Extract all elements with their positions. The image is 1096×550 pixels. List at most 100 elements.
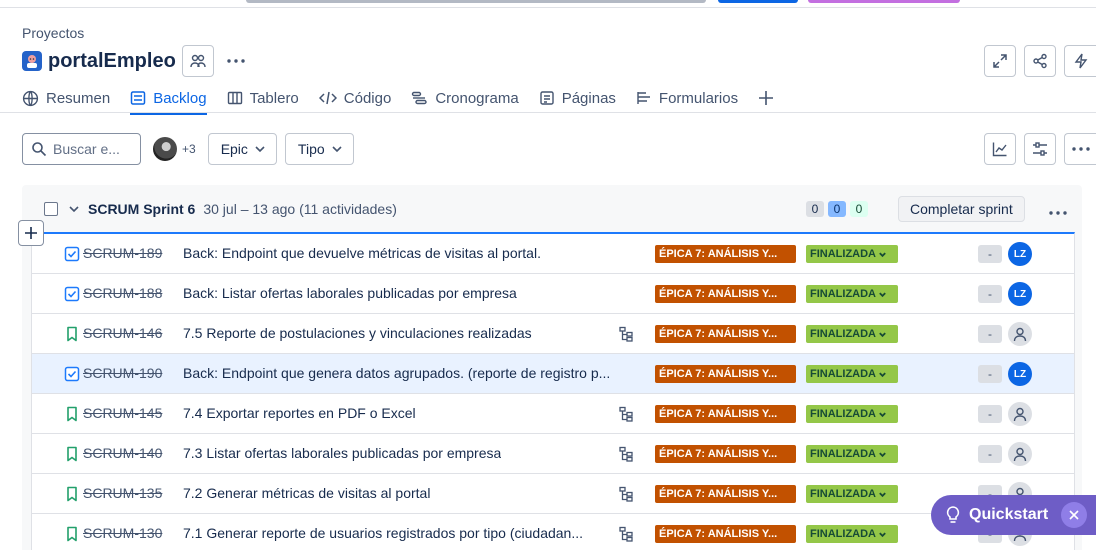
tab-resumen[interactable]: Resumen [22, 84, 110, 112]
status-label: FINALIZADA [810, 408, 876, 420]
status-dropdown[interactable]: FINALIZADA [806, 405, 898, 423]
issue-row[interactable]: SCRUM-135 7.2 Generar métricas de visita… [32, 474, 1074, 514]
assignee-avatar[interactable]: LZ [1008, 282, 1032, 306]
top-strip-bar [718, 0, 798, 3]
issue-key[interactable]: SCRUM-140 [83, 445, 162, 461]
assignee-avatar[interactable]: LZ [1008, 242, 1032, 266]
epic-lozenge[interactable]: ÉPICA 7: ANÁLISIS Y... [655, 245, 796, 263]
tab-label: Backlog [153, 89, 207, 107]
status-label: FINALIZADA [810, 488, 876, 500]
status-dropdown[interactable]: FINALIZADA [806, 285, 898, 303]
estimate-badge[interactable]: - [978, 365, 1002, 383]
team-button[interactable] [181, 45, 214, 77]
tab-tablero[interactable]: Tablero [227, 84, 299, 112]
chevron-down-icon [879, 292, 886, 297]
avatar[interactable] [153, 137, 177, 161]
issue-summary[interactable]: Back: Endpoint que devuelve métricas de … [183, 245, 541, 261]
status-label: FINALIZADA [810, 288, 876, 300]
issue-row[interactable]: SCRUM-130 7.1 Generar reporte de usuario… [32, 514, 1074, 550]
complete-sprint-button[interactable]: Completar sprint [898, 196, 1025, 222]
issue-summary[interactable]: 7.3 Listar ofertas laborales publicadas … [183, 445, 501, 461]
epic-filter-button[interactable]: Epic [207, 133, 277, 165]
issue-row[interactable]: SCRUM-145 7.4 Exportar reportes en PDF o… [32, 394, 1074, 434]
issue-key[interactable]: SCRUM-145 [83, 405, 162, 421]
epic-lozenge[interactable]: ÉPICA 7: ANÁLISIS Y... [655, 325, 796, 343]
child-issues-icon[interactable] [618, 526, 634, 542]
issue-key[interactable]: SCRUM-146 [83, 325, 162, 341]
chevron-down-icon [879, 252, 886, 257]
issue-key[interactable]: SCRUM-190 [83, 365, 162, 381]
quickstart-close-button[interactable] [1061, 502, 1087, 528]
issue-row[interactable]: SCRUM-189 Back: Endpoint que devuelve mé… [32, 234, 1074, 274]
sprint-more-button[interactable] [1042, 197, 1074, 229]
unassigned-avatar[interactable] [1008, 402, 1032, 426]
more-actions-button[interactable] [220, 45, 252, 77]
status-dropdown[interactable]: FINALIZADA [806, 365, 898, 383]
child-issues-icon[interactable] [618, 406, 634, 422]
tab-cronograma[interactable]: Cronograma [411, 84, 519, 112]
user-icon [1013, 327, 1027, 342]
status-dropdown[interactable]: FINALIZADA [806, 325, 898, 343]
type-filter-button[interactable]: Tipo [284, 133, 354, 165]
tab-codigo[interactable]: Código [318, 84, 391, 112]
issue-summary[interactable]: Back: Listar ofertas laborales publicada… [183, 285, 517, 301]
issue-key[interactable]: SCRUM-130 [83, 525, 162, 541]
quickstart-button[interactable]: Quickstart [931, 495, 1096, 535]
tab-backlog[interactable]: Backlog [130, 84, 207, 115]
epic-lozenge[interactable]: ÉPICA 7: ANÁLISIS Y... [655, 485, 796, 503]
chevron-down-icon[interactable] [68, 203, 80, 215]
issue-key[interactable]: SCRUM-135 [83, 485, 162, 501]
epic-lozenge[interactable]: ÉPICA 7: ANÁLISIS Y... [655, 365, 796, 383]
add-tab-button[interactable] [758, 84, 774, 112]
issue-summary[interactable]: 7.2 Generar métricas de visitas al porta… [183, 485, 430, 501]
issue-key[interactable]: SCRUM-188 [83, 285, 162, 301]
issue-summary[interactable]: 7.1 Generar reporte de usuarios registra… [183, 525, 583, 541]
more-options-button[interactable] [1064, 133, 1096, 165]
automation-button[interactable] [1064, 45, 1096, 77]
unassigned-avatar[interactable] [1008, 442, 1032, 466]
insights-button[interactable] [984, 133, 1016, 165]
story-icon [67, 446, 77, 462]
chevron-down-icon [879, 492, 886, 497]
epic-lozenge[interactable]: ÉPICA 7: ANÁLISIS Y... [655, 445, 796, 463]
issue-summary[interactable]: 7.4 Exportar reportes en PDF o Excel [183, 405, 416, 421]
unassigned-avatar[interactable] [1008, 322, 1032, 346]
estimate-badge[interactable]: - [978, 325, 1002, 343]
create-issue-button[interactable] [18, 220, 44, 246]
epic-lozenge[interactable]: ÉPICA 7: ANÁLISIS Y... [655, 525, 796, 543]
epic-lozenge[interactable]: ÉPICA 7: ANÁLISIS Y... [655, 285, 796, 303]
child-issues-icon[interactable] [618, 446, 634, 462]
child-issues-icon[interactable] [618, 486, 634, 502]
share-button[interactable] [1024, 45, 1056, 77]
issue-row[interactable]: SCRUM-188 Back: Listar ofertas laborales… [32, 274, 1074, 314]
issue-row[interactable]: SCRUM-146 7.5 Reporte de postulaciones y… [32, 314, 1074, 354]
project-title: portalEmpleo [48, 49, 176, 72]
top-strip-bar [808, 0, 960, 3]
status-dropdown[interactable]: FINALIZADA [806, 525, 898, 543]
assignee-avatar[interactable]: LZ [1008, 362, 1032, 386]
view-settings-button[interactable] [1024, 133, 1056, 165]
tab-formularios[interactable]: Formularios [636, 84, 738, 112]
status-dropdown[interactable]: FINALIZADA [806, 445, 898, 463]
status-dropdown[interactable]: FINALIZADA [806, 245, 898, 263]
breadcrumb[interactable]: Proyectos [22, 25, 84, 41]
issue-row[interactable]: SCRUM-190 Back: Endpoint que genera dato… [32, 354, 1074, 394]
status-label: FINALIZADA [810, 448, 876, 460]
sprint-select-checkbox[interactable] [44, 202, 58, 216]
fullscreen-button[interactable] [984, 45, 1016, 77]
issue-summary[interactable]: Back: Endpoint que genera datos agrupado… [183, 365, 610, 381]
tab-label: Cronograma [435, 89, 519, 107]
estimate-badge[interactable]: - [978, 445, 1002, 463]
estimate-badge[interactable]: - [978, 285, 1002, 303]
estimate-badge[interactable]: - [978, 245, 1002, 263]
issue-row[interactable]: SCRUM-140 7.3 Listar ofertas laborales p… [32, 434, 1074, 474]
search-input[interactable]: Buscar e... [22, 133, 141, 165]
issue-summary[interactable]: 7.5 Reporte de postulaciones y vinculaci… [183, 325, 532, 341]
issue-key[interactable]: SCRUM-189 [83, 245, 162, 261]
status-dropdown[interactable]: FINALIZADA [806, 485, 898, 503]
epic-lozenge[interactable]: ÉPICA 7: ANÁLISIS Y... [655, 405, 796, 423]
extra-members-count[interactable]: +3 [182, 142, 196, 156]
child-issues-icon[interactable] [618, 326, 634, 342]
tab-paginas[interactable]: Páginas [539, 84, 616, 112]
estimate-badge[interactable]: - [978, 405, 1002, 423]
